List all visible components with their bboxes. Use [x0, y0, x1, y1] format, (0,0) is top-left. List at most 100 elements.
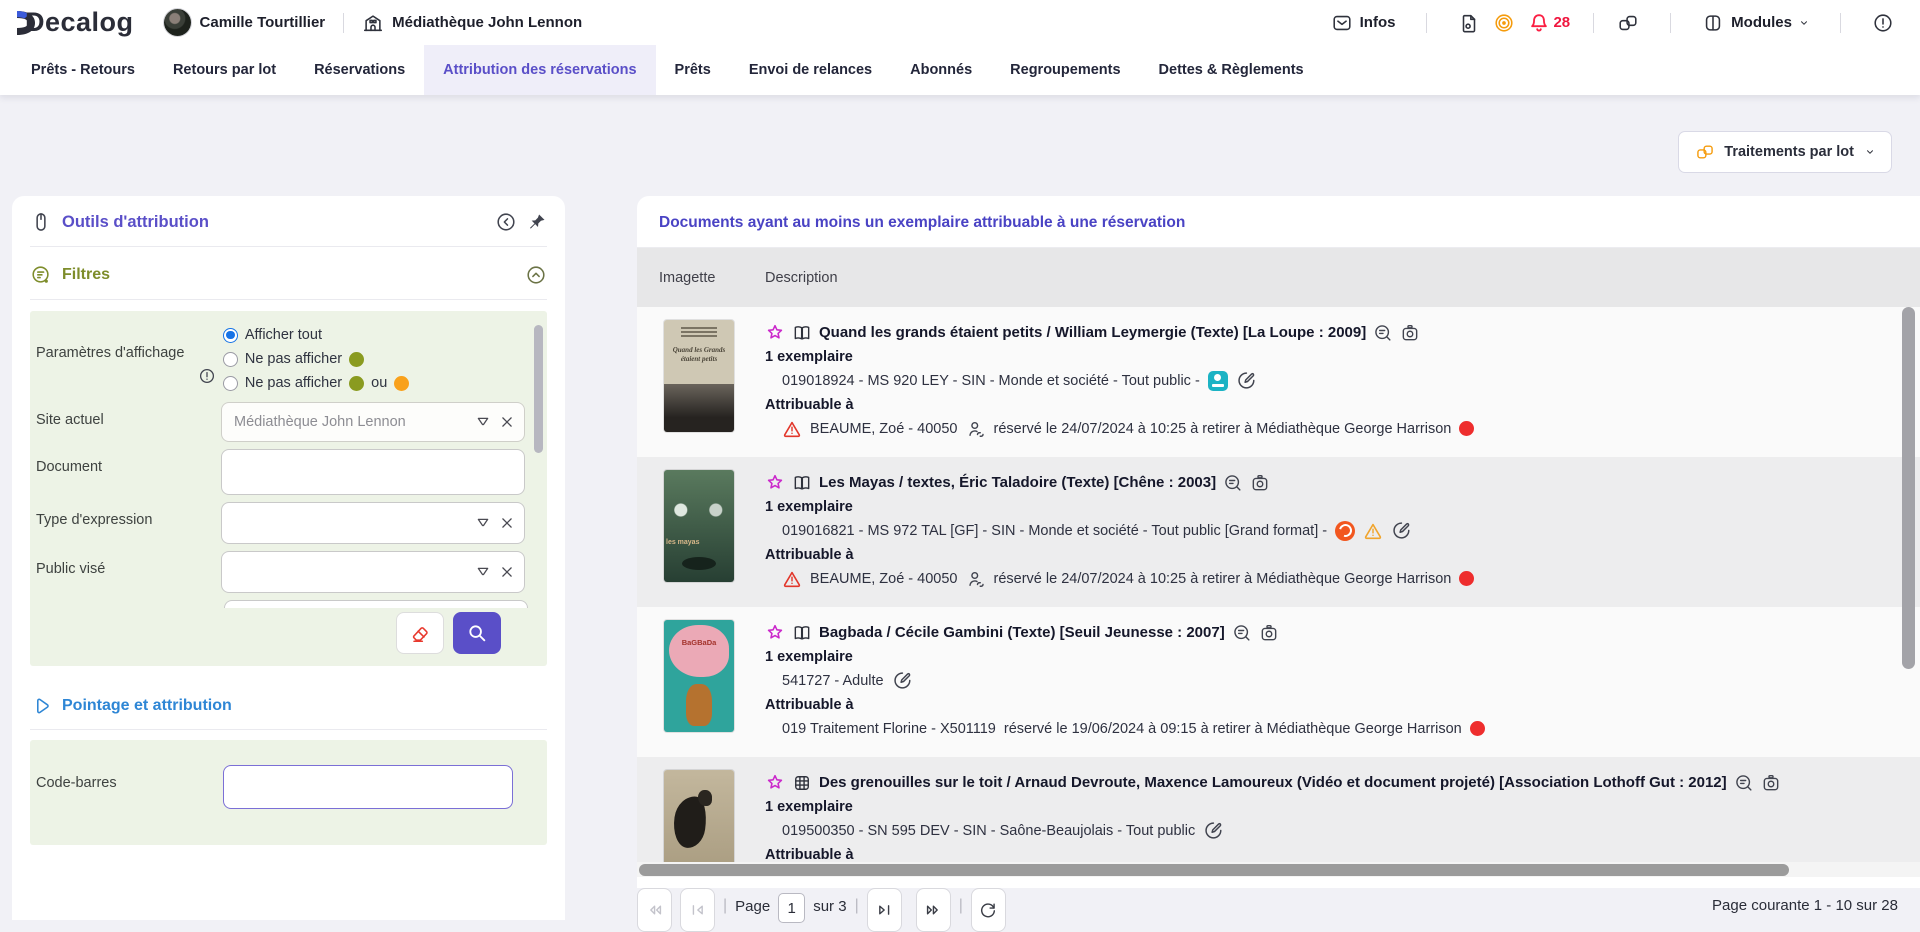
user-menu[interactable]: Camille Tourtillier: [164, 9, 326, 36]
page-number-input[interactable]: [778, 893, 805, 923]
library-selector[interactable]: Médiathèque John Lennon: [362, 12, 582, 34]
page-label: Page: [735, 898, 770, 915]
radio-hide-green[interactable]: Ne pas afficher: [223, 347, 525, 371]
cover-image-icon[interactable]: [1400, 323, 1420, 343]
subscriber-link-icon[interactable]: [966, 419, 986, 439]
document-title[interactable]: Quand les grands étaient petits / Willia…: [819, 324, 1366, 341]
thumbnail-caption: les mayas: [666, 539, 699, 546]
vertical-scrollbar[interactable]: [1902, 307, 1915, 669]
edit-item-icon[interactable]: [1203, 820, 1224, 841]
detail-view-icon[interactable]: [1373, 323, 1393, 343]
broadcast-icon[interactable]: [1493, 12, 1515, 34]
reservation-line: 019 Traitement Florine - X501119 réservé …: [765, 716, 1920, 741]
edit-item-icon[interactable]: [1391, 520, 1412, 541]
detail-view-icon[interactable]: [1232, 623, 1252, 643]
horizontal-scrollbar[interactable]: [637, 862, 1920, 877]
attributable-heading: Attribuable à: [765, 693, 1920, 716]
detail-view-icon[interactable]: [1223, 473, 1243, 493]
link-icon[interactable]: [1617, 12, 1639, 34]
document-title[interactable]: Bagbada / Cécile Gambini (Texte) [Seuil …: [819, 624, 1225, 641]
last-page-button[interactable]: [916, 888, 951, 932]
reservation-holder: 019 Traitement Florine - X501119: [782, 721, 996, 737]
pointage-title: Pointage et attribution: [62, 697, 232, 715]
search-button[interactable]: [453, 612, 501, 654]
warning-icon: [782, 569, 802, 589]
clear-icon[interactable]: [498, 514, 516, 532]
infos-button[interactable]: Infos: [1331, 12, 1396, 34]
radio-button[interactable]: [223, 376, 238, 391]
clear-icon[interactable]: [498, 413, 516, 431]
next-field-partial: [224, 600, 528, 608]
tab-dettes-r-glements[interactable]: Dettes & Règlements: [1140, 45, 1323, 95]
site-field-label: Site actuel: [36, 402, 221, 442]
divider: [1426, 13, 1427, 33]
filters-scrollbar[interactable]: [534, 325, 543, 453]
next-page-button[interactable]: [867, 888, 902, 932]
decalog-logo[interactable]: Decalog: [14, 7, 134, 38]
tab-abonn-s[interactable]: Abonnés: [891, 45, 991, 95]
new-item-icon: [765, 773, 785, 793]
modules-menu[interactable]: Modules: [1702, 12, 1809, 34]
page-range-label: Page courante 1 - 10 sur 28: [1712, 897, 1898, 914]
radio-show-all[interactable]: Afficher tout: [223, 323, 525, 347]
edit-item-icon[interactable]: [1236, 370, 1257, 391]
app-header: Decalog Camille Tourtillier Médiathèque …: [0, 0, 1920, 45]
play-icon: [30, 695, 52, 717]
tab-envoi-de-relances[interactable]: Envoi de relances: [730, 45, 891, 95]
document-thumbnail[interactable]: Quand les Grands étaient petits: [664, 320, 734, 432]
item-details: 019500350 - SN 595 DEV - SIN - Saône-Bea…: [782, 823, 1195, 839]
edit-item-icon[interactable]: [892, 670, 913, 691]
clear-filters-button[interactable]: [396, 612, 444, 654]
tab-regroupements[interactable]: Regroupements: [991, 45, 1139, 95]
copies-count: 1 exemplaire: [765, 345, 1920, 368]
help-icon[interactable]: [1872, 12, 1894, 34]
radio-button[interactable]: [223, 328, 238, 343]
tab-pr-ts-retours[interactable]: Prêts - Retours: [12, 45, 154, 95]
barcode-label: Code-barres: [36, 765, 223, 809]
pin-icon[interactable]: [527, 212, 547, 232]
refresh-button[interactable]: [971, 888, 1006, 932]
cover-image-icon[interactable]: [1761, 773, 1781, 793]
divider: [1593, 13, 1594, 33]
notifications-button[interactable]: 28: [1528, 12, 1570, 34]
bell-icon: [1528, 12, 1550, 34]
clear-icon[interactable]: [498, 563, 516, 581]
tab-attribution-des-r-servations[interactable]: Attribution des réservations: [424, 45, 655, 95]
copies-count: 1 exemplaire: [765, 495, 1920, 518]
cover-image-icon[interactable]: [1259, 623, 1279, 643]
reservation-details: réservé le 19/06/2024 à 09:15 à retirer …: [1004, 721, 1462, 737]
dropdown-icon[interactable]: [474, 563, 492, 581]
column-description: Description: [765, 270, 838, 286]
document-title[interactable]: Des grenouilles sur le toit / Arnaud Dev…: [819, 774, 1727, 791]
subscriber-link-icon[interactable]: [966, 569, 986, 589]
documents-icon[interactable]: [1458, 12, 1480, 34]
documents-panel: Documents ayant au moins un exemplaire a…: [637, 196, 1920, 888]
document-title[interactable]: Les Mayas / textes, Éric Taladoire (Text…: [819, 474, 1216, 491]
dropdown-icon[interactable]: [474, 413, 492, 431]
divider: [1670, 13, 1671, 33]
dropdown-icon[interactable]: [474, 514, 492, 532]
tab-retours-par-lot[interactable]: Retours par lot: [154, 45, 295, 95]
document-row: BaGBaDa Bagbada / Cécile Gambini (Texte) …: [637, 607, 1920, 757]
chevron-down-icon: [1865, 147, 1875, 157]
new-item-icon: [765, 623, 785, 643]
cover-image-icon[interactable]: [1250, 473, 1270, 493]
barcode-input[interactable]: [223, 765, 513, 809]
display-params-label: Paramètres d'affichage: [36, 323, 223, 395]
batch-actions-button[interactable]: Traitements par lot: [1678, 131, 1892, 173]
radio-hide-green-or-orange[interactable]: Ne pas afficher ou: [223, 371, 525, 395]
first-page-button[interactable]: [637, 888, 672, 932]
document-thumbnail[interactable]: BaGBaDa: [664, 620, 734, 732]
info-icon[interactable]: [198, 367, 216, 385]
previous-page-button[interactable]: [680, 888, 715, 932]
tab-pr-ts[interactable]: Prêts: [656, 45, 730, 95]
document-thumbnail[interactable]: Des Grenouilles sur le toit: [664, 770, 734, 865]
tab-r-servations[interactable]: Réservations: [295, 45, 424, 95]
collapse-filters-icon[interactable]: [525, 264, 547, 286]
new-item-icon: [765, 323, 785, 343]
document-thumbnail[interactable]: les mayas: [664, 470, 734, 582]
radio-button[interactable]: [223, 352, 238, 367]
detail-view-icon[interactable]: [1734, 773, 1754, 793]
collapse-panel-icon[interactable]: [495, 211, 517, 233]
document-input[interactable]: [221, 449, 525, 495]
